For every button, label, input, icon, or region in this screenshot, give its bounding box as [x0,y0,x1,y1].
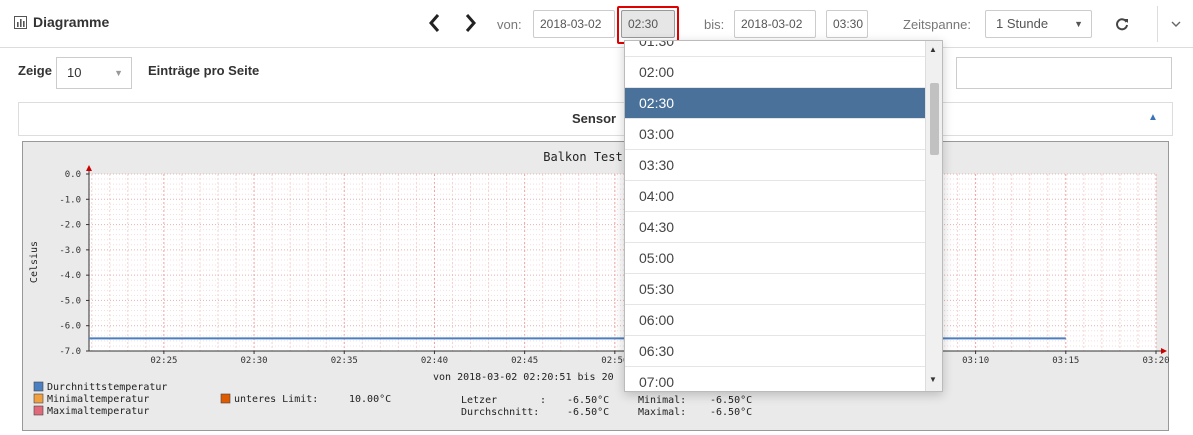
legend-label: unteres Limit: [234,394,318,405]
time-option[interactable]: 04:30 [625,212,926,243]
stat-min-label: Minimal: [638,395,686,406]
dropdown-scrollbar[interactable]: ▲ ▼ [925,41,942,391]
span-label: Zeitspanne: [903,17,971,32]
page-title: Diagramme [33,14,110,30]
caret-down-icon: ▼ [1074,19,1083,29]
x-tick-label: 03:10 [962,356,989,366]
x-tick-label: 03:15 [1052,356,1079,366]
show-label: Zeige [18,63,52,78]
time-option[interactable]: 05:00 [625,243,926,274]
legend-swatch [33,405,44,416]
x-axis-arrow [1161,348,1167,354]
sort-asc-icon[interactable]: ▲ [1148,112,1158,123]
sensor-column-header[interactable]: Sensor [572,111,616,126]
chevron-left-icon[interactable] [425,10,445,36]
y-tick-label: -6.0 [59,322,81,332]
entries-label: Einträge pro Seite [148,63,260,78]
y-axis-arrow [86,165,92,171]
x-tick-label: 02:25 [150,356,177,366]
panel-title: Diagramme [14,14,109,30]
time-option[interactable]: 05:30 [625,274,926,305]
chevron-down-icon [1171,21,1180,27]
y-tick-label: -1.0 [59,195,81,205]
y-tick-label: -7.0 [59,347,81,357]
time-option[interactable]: 06:30 [625,336,926,367]
stat-avg-label: Durchschnitt: [461,407,539,418]
legend-label: Durchnittstemperatur [47,382,167,393]
chart-container: 0.0 -1.0 -2.0 -3.0 -4.0 -5.0 -6.0 -7.0 02:25 02:3… [22,141,1170,431]
chevron-right-icon[interactable] [460,10,480,36]
time-option[interactable]: 03:30 [625,150,926,181]
legend-value: 10.00°C [349,394,391,405]
scroll-up-icon[interactable]: ▲ [929,45,937,54]
time-dropdown[interactable]: 01:30 02:00 02:30 03:00 03:30 04:00 04:30 05:00… [624,40,943,392]
legend-swatch [220,393,231,404]
legend-swatch [33,393,44,404]
plot-area [89,174,1156,351]
entries-select[interactable]: 10 ▼ [56,57,132,89]
y-tick-label: 0.0 [65,170,81,180]
x-tick-label: 02:35 [331,356,358,366]
chart-svg: 0.0 -1.0 -2.0 -3.0 -4.0 -5.0 -6.0 -7.0 02:25 02:3… [29,150,1170,418]
y-tick-label: -3.0 [59,246,81,256]
bar-chart-icon [14,15,27,29]
x-tick-label: 02:45 [511,356,538,366]
time-option[interactable]: 06:00 [625,305,926,336]
caret-down-icon: ▼ [114,68,123,78]
stat-max-label: Maximal: [638,407,686,418]
time-option[interactable]: 03:00 [625,119,926,150]
x-tick-label: 02:30 [241,356,268,366]
legend-label: Minimaltemperatur [47,394,149,405]
stat-last-value: -6.50°C [567,395,609,406]
to-time-input[interactable]: 03:30 [826,10,868,38]
y-tick-label: -5.0 [59,296,81,306]
y-axis-label: Celsius [29,241,40,283]
x-tick-label: 02:40 [421,356,448,366]
span-select[interactable]: 1 Stunde ▼ [985,10,1092,38]
span-value: 1 Stunde [996,16,1049,31]
search-input[interactable] [956,57,1172,89]
refresh-icon [1116,18,1128,31]
x-tick-label: 03:20 [1142,356,1169,366]
time-option[interactable]: 01:30 [625,41,926,57]
time-option[interactable]: 07:00 [625,367,926,391]
to-label: bis: [704,17,725,32]
from-label: von: [497,17,522,32]
time-option[interactable]: 02:30 [625,88,926,119]
entries-value: 10 [67,65,82,80]
chart-title: Balkon Test [543,150,622,164]
stat-min-value: -6.50°C [710,395,752,406]
time-option[interactable]: 04:00 [625,181,926,212]
time-option[interactable]: 02:00 [625,57,926,88]
legend-label: Maximaltemperatur [47,406,149,417]
legend-swatch [33,381,44,392]
stat-colon: : [540,395,546,406]
scroll-thumb[interactable] [930,83,939,155]
y-tick-label: -2.0 [59,221,81,231]
scroll-down-icon[interactable]: ▼ [929,375,937,384]
stat-max-value: -6.50°C [710,407,752,418]
stat-avg-value: -6.50°C [567,407,609,418]
stat-last-label: Letzer [461,395,497,406]
toolbar: Diagramme von: 2018-03-02 02:30 bis: 201… [0,0,1193,48]
to-date-input[interactable]: 2018-03-02 [734,10,816,38]
y-tick-label: -4.0 [59,271,81,281]
date-range-label: von 2018-03-02 02:20:51 bis 20 [433,372,614,383]
from-date-input[interactable]: 2018-03-02 [533,10,615,38]
time-options-list: 01:30 02:00 02:30 03:00 03:30 04:00 04:30 05:00… [625,41,942,391]
from-time-input[interactable]: 02:30 [621,10,675,38]
collapse-button[interactable] [1157,6,1193,42]
refresh-button[interactable] [1108,10,1136,38]
